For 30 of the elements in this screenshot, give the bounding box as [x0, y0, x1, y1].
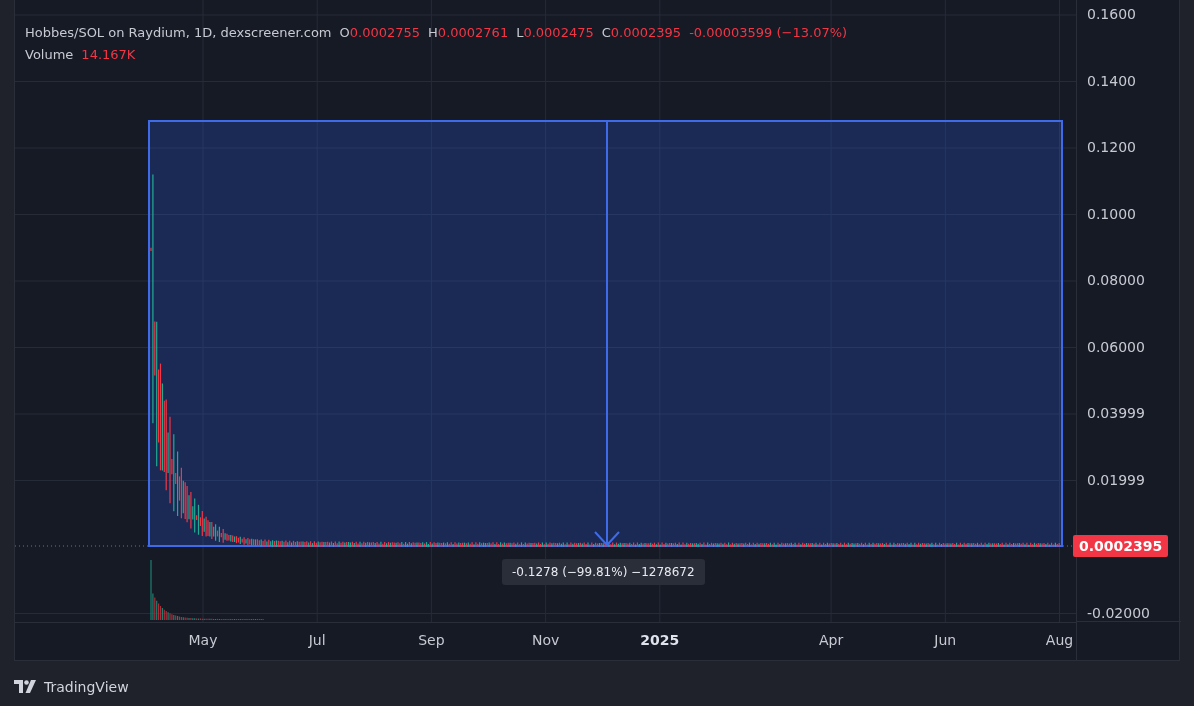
time-label: 2025: [640, 632, 680, 648]
price-tick: 0.1400: [1087, 72, 1136, 89]
price-tick: 0.1000: [1087, 205, 1136, 222]
price-tick: 0.08000: [1087, 272, 1145, 288]
ohlc-value: O0.0002755: [339, 24, 421, 42]
time-label: Sep: [418, 632, 445, 648]
down-arrow-icon: [594, 121, 620, 547]
ohlc-value: H0.0002761: [428, 24, 509, 42]
price-tick: 0.06000: [1087, 338, 1145, 355]
volume-label: Volume: [25, 46, 74, 64]
price-tick: 0.1600: [1087, 6, 1136, 22]
last-price-label: 0.0002395: [1073, 535, 1169, 557]
brand-name: TradingView: [44, 679, 129, 695]
time-label: Jul: [308, 632, 326, 648]
price-change: -0.00003599 (−13.07%): [689, 24, 848, 42]
time-label: Jun: [934, 632, 957, 648]
symbol-title: Hobbes/SOL on Raydium, 1D, dexscreener.com: [25, 24, 332, 42]
ohlc-value: C0.0002395: [601, 24, 682, 42]
ohlc-value: L0.0002475: [516, 24, 594, 42]
volume-value: 14.167K: [81, 46, 136, 64]
time-label: Nov: [531, 632, 560, 648]
price-tick: 0.03999: [1087, 405, 1145, 421]
time-label: Apr: [819, 632, 844, 648]
logo-icon: [14, 680, 38, 694]
price-tick: -0.02000: [1087, 604, 1150, 621]
price-tick: 0.1200: [1087, 139, 1136, 155]
time-label: May: [188, 632, 218, 648]
price-tick: 0.01999: [1087, 471, 1145, 488]
measure-tooltip: -0.1278 (−99.81%) −1278672: [502, 559, 705, 585]
time-label: Aug: [1045, 632, 1074, 648]
